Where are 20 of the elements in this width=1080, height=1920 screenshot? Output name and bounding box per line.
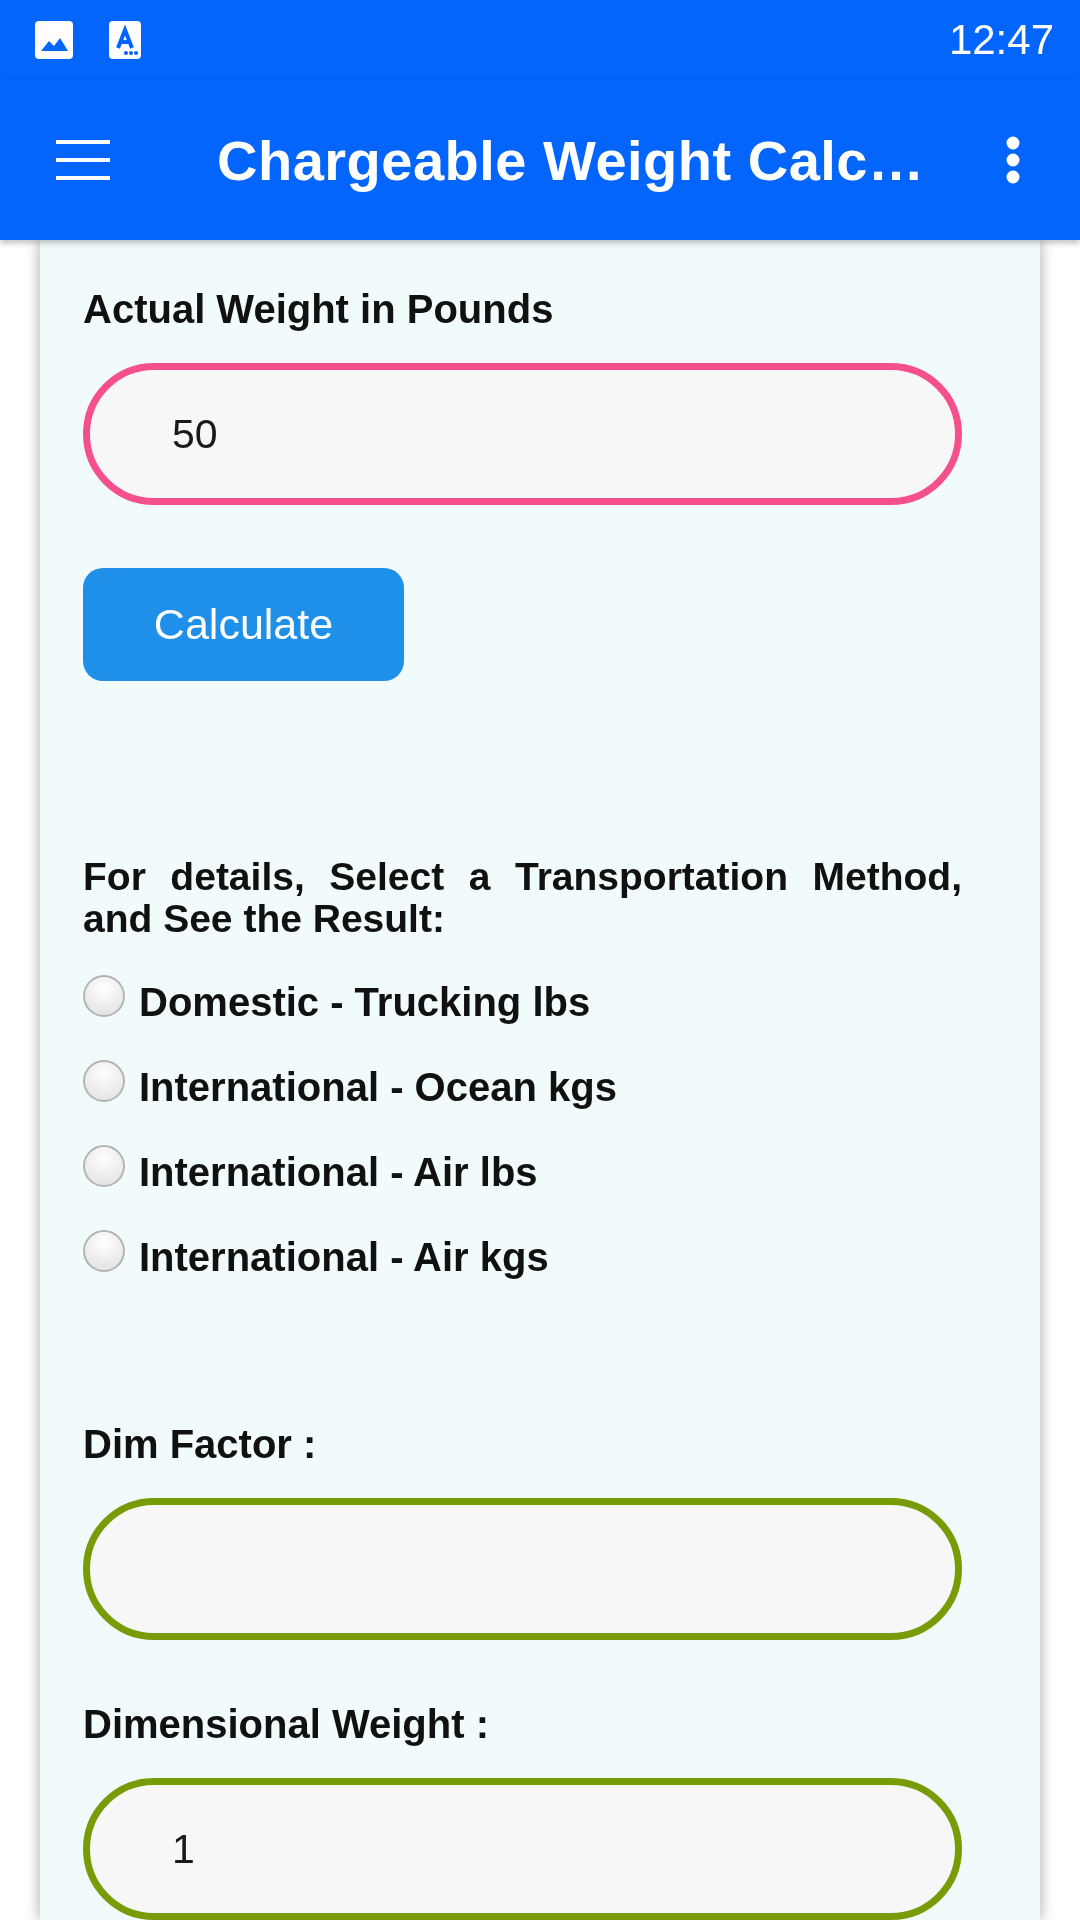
radio-label[interactable]: Domestic - Trucking lbs <box>139 980 591 1025</box>
radio-label[interactable]: International - Air kgs <box>139 1235 549 1280</box>
input-field[interactable]: 50 <box>83 363 962 505</box>
menu-icon[interactable] <box>56 140 110 180</box>
radio-button[interactable] <box>83 1144 125 1187</box>
radio-label[interactable]: International - Ocean kgs <box>139 1065 617 1110</box>
output-field: 1 <box>83 1778 962 1920</box>
field-label: Dimensional Weight : <box>83 1701 489 1747</box>
app-icon <box>109 21 141 59</box>
radio-button[interactable] <box>83 1229 125 1272</box>
app-title: Chargeable Weight Calc… <box>217 127 926 193</box>
radio-button[interactable] <box>83 974 125 1017</box>
field-label: Actual Weight in Pounds <box>83 286 554 332</box>
clock-time: 12:47 <box>948 16 1054 64</box>
radio-label[interactable]: International - Air lbs <box>139 1150 538 1195</box>
more-options-icon[interactable] <box>1006 136 1020 184</box>
field-label: Dim Factor : <box>83 1421 317 1467</box>
radio-button[interactable] <box>83 1059 125 1102</box>
instruction-text: For details, Select a Transportation Method, and See the Result: <box>83 856 962 940</box>
image-icon <box>35 21 73 59</box>
